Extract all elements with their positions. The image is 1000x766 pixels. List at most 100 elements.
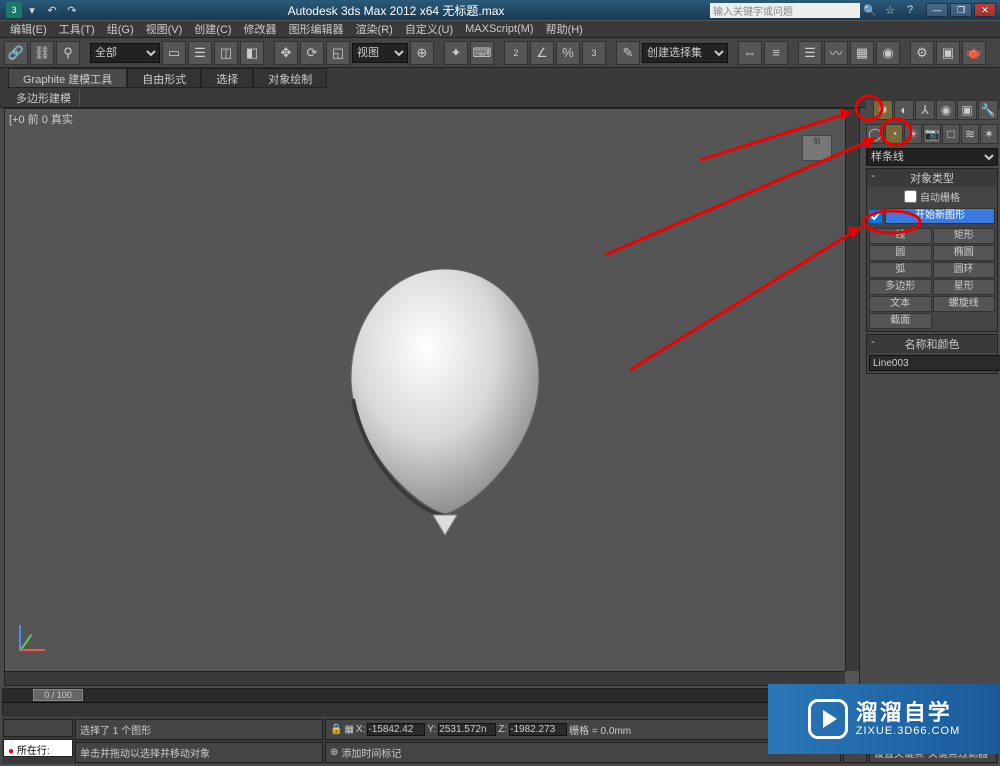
btn-line[interactable]: 线 xyxy=(869,228,932,244)
menu-graph[interactable]: 图形编辑器 xyxy=(283,21,350,37)
render-setup-icon[interactable]: ⚙ xyxy=(910,41,934,65)
menu-maxscript[interactable]: MAXScript(M) xyxy=(459,23,539,35)
viewport[interactable]: [+0 前 0 真实 前 xyxy=(4,108,860,686)
mirror-icon[interactable]: ⇔ xyxy=(738,41,762,65)
edit-sel-icon[interactable]: ✎ xyxy=(616,41,640,65)
unlink-icon[interactable]: ⛓ xyxy=(30,41,54,65)
move-icon[interactable]: ✥ xyxy=(274,41,298,65)
select-name-icon[interactable]: ☰ xyxy=(188,41,212,65)
minimize-button[interactable]: — xyxy=(926,3,948,17)
close-button[interactable]: ✕ xyxy=(974,3,996,17)
open-icon[interactable]: ▾ xyxy=(23,2,41,18)
systems-icon[interactable]: ✶ xyxy=(980,124,998,144)
time-slider-knob[interactable]: 0 / 100 xyxy=(33,689,83,701)
addtime-label[interactable]: 添加时间标记 xyxy=(341,745,401,760)
balloon-object[interactable] xyxy=(345,259,545,549)
manip-icon[interactable]: ✦ xyxy=(444,41,468,65)
coord-x-input[interactable] xyxy=(367,723,425,736)
window-cross-icon[interactable]: ◧ xyxy=(240,41,264,65)
ribbon-subtab[interactable]: 多边形建模 xyxy=(8,90,80,106)
start-new-shape-button[interactable]: 开始新图形 xyxy=(885,208,995,224)
btn-section[interactable]: 截面 xyxy=(869,313,932,329)
btn-arc[interactable]: 弧 xyxy=(869,262,932,278)
snap-pct-icon[interactable]: % xyxy=(556,41,580,65)
restore-button[interactable]: ❐ xyxy=(950,3,972,17)
shapes-icon[interactable]: ◔ xyxy=(885,124,903,144)
addtime-icon[interactable]: ⊕ xyxy=(330,747,338,758)
ribbon-tab-select[interactable]: 选择 xyxy=(201,68,253,88)
lights-icon[interactable]: ☀ xyxy=(904,124,922,144)
menu-group[interactable]: 组(G) xyxy=(101,21,140,37)
btn-donut[interactable]: 圆环 xyxy=(933,262,996,278)
modify-tab-icon[interactable]: ◐ xyxy=(894,100,914,120)
selection-filter-dropdown[interactable]: 全部 xyxy=(90,43,160,63)
minitrack-button[interactable] xyxy=(3,719,73,737)
layers-icon[interactable]: ☰ xyxy=(798,41,822,65)
redo-icon[interactable]: ↷ xyxy=(63,2,81,18)
menu-tools[interactable]: 工具(T) xyxy=(53,21,101,37)
select-icon[interactable]: ▭ xyxy=(162,41,186,65)
schem-icon[interactable]: ▦ xyxy=(850,41,874,65)
viewcube-icon[interactable]: 前 xyxy=(797,131,837,171)
coord-y-input[interactable] xyxy=(438,723,496,736)
autogrid-checkbox[interactable] xyxy=(904,190,917,203)
rendered-fb-icon[interactable]: ▣ xyxy=(936,41,960,65)
helpers-icon[interactable]: □ xyxy=(942,124,960,144)
ribbon-tab-graphite[interactable]: Graphite 建模工具 xyxy=(8,68,127,88)
menu-views[interactable]: 视图(V) xyxy=(140,21,189,37)
help-icon[interactable]: ? xyxy=(901,2,919,18)
scale-icon[interactable]: ◱ xyxy=(326,41,350,65)
btn-rect[interactable]: 矩形 xyxy=(933,228,996,244)
startnew-checkbox[interactable] xyxy=(869,210,882,223)
btn-helix[interactable]: 螺旋线 xyxy=(933,296,996,312)
menu-render[interactable]: 渲染(R) xyxy=(350,21,399,37)
snap-2d-icon[interactable]: 2 xyxy=(504,41,528,65)
pivot-icon[interactable]: ⊕ xyxy=(410,41,434,65)
display-tab-icon[interactable]: ▣ xyxy=(957,100,977,120)
menu-edit[interactable]: 编辑(E) xyxy=(4,21,53,37)
coord-z-input[interactable] xyxy=(509,723,567,736)
binoculars-icon[interactable]: 🔍 xyxy=(861,2,879,18)
rollout-header-name[interactable]: -名称和颜色 xyxy=(867,335,997,353)
rollout-header[interactable]: -对象类型 xyxy=(867,169,997,187)
menu-modifiers[interactable]: 修改器 xyxy=(238,21,283,37)
btn-ellipse[interactable]: 椭圆 xyxy=(933,245,996,261)
named-sel-dropdown[interactable]: 创建选择集 xyxy=(642,43,728,63)
viewport-vscroll[interactable] xyxy=(845,109,859,671)
ribbon-tab-paint[interactable]: 对象绘制 xyxy=(253,68,327,88)
mat-ed-icon[interactable]: ◉ xyxy=(876,41,900,65)
menu-custom[interactable]: 自定义(U) xyxy=(399,21,459,37)
cameras-icon[interactable]: 📷 xyxy=(923,124,941,144)
link-icon[interactable]: 🔗 xyxy=(4,41,28,65)
btn-star[interactable]: 星形 xyxy=(933,279,996,295)
select-region-icon[interactable]: ◫ xyxy=(214,41,238,65)
keymode-icon[interactable]: ⌨ xyxy=(470,41,494,65)
render-icon[interactable]: 🫖 xyxy=(962,41,986,65)
curve-ed-icon[interactable]: 〰 xyxy=(824,41,848,65)
rotate-icon[interactable]: ⟳ xyxy=(300,41,324,65)
btn-circle[interactable]: 圆 xyxy=(869,245,932,261)
undo-icon[interactable]: ↶ xyxy=(43,2,61,18)
btn-ngon[interactable]: 多边形 xyxy=(869,279,932,295)
viewport-hscroll[interactable] xyxy=(5,671,845,685)
snap-angle-icon[interactable]: ∠ xyxy=(530,41,554,65)
align-icon[interactable]: ≡ xyxy=(764,41,788,65)
utilities-tab-icon[interactable]: 🔧 xyxy=(978,100,998,120)
btn-text[interactable]: 文本 xyxy=(869,296,932,312)
hierarchy-tab-icon[interactable]: ⅄ xyxy=(915,100,935,120)
menu-create[interactable]: 创建(C) xyxy=(188,21,237,37)
bind-icon[interactable]: ⚲ xyxy=(56,41,80,65)
ribbon-tab-freeform[interactable]: 自由形式 xyxy=(127,68,201,88)
comm-icon[interactable]: ☆ xyxy=(881,2,899,18)
geometry-icon[interactable]: ◯ xyxy=(866,124,884,144)
ref-coord-dropdown[interactable]: 视图 xyxy=(352,43,408,63)
object-name-input[interactable] xyxy=(869,355,1000,371)
snap-spin-icon[interactable]: 3 xyxy=(582,41,606,65)
help-search-input[interactable] xyxy=(710,3,860,18)
create-tab-icon[interactable]: ✹ xyxy=(873,100,893,120)
viewport-label[interactable]: [+0 前 0 真实 xyxy=(9,111,73,127)
motion-tab-icon[interactable]: ◉ xyxy=(936,100,956,120)
abs-icon[interactable]: ▦ xyxy=(344,724,353,735)
lock-icon[interactable]: 🔒 xyxy=(330,724,342,735)
spacewarps-icon[interactable]: ≋ xyxy=(961,124,979,144)
